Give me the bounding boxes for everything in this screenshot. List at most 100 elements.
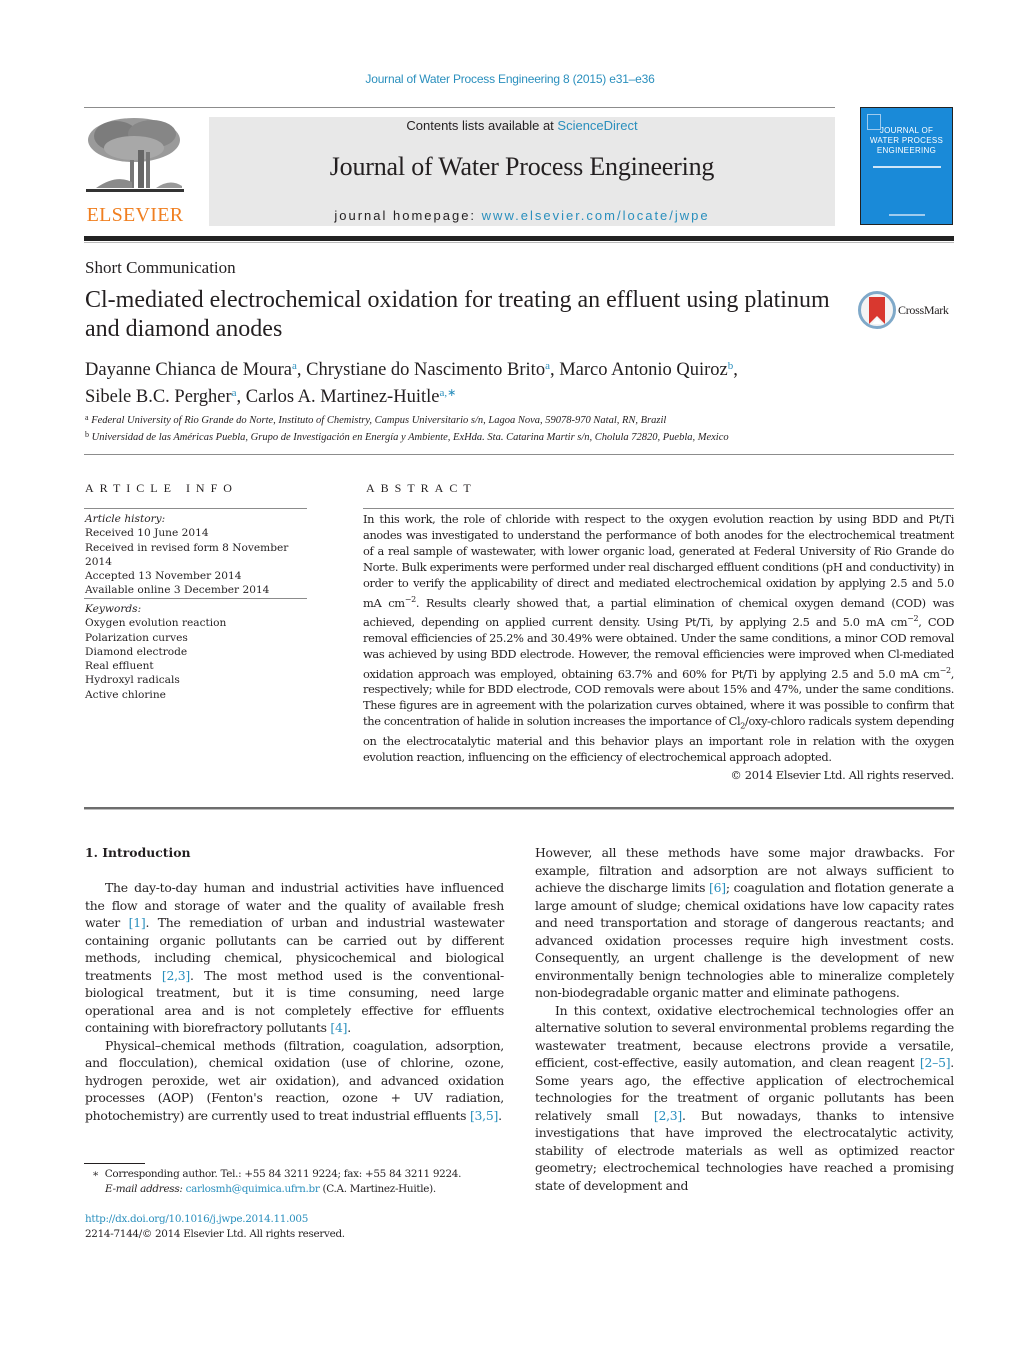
- abstract-copyright: © 2014 Elsevier Ltd. All rights reserved…: [730, 768, 954, 782]
- journal-name: Journal of Water Process Engineering: [329, 152, 715, 181]
- history-label: Article history:: [85, 513, 166, 525]
- paragraph: In this context, oxidative electrochemic…: [535, 1002, 954, 1195]
- right-column: However, all these methods have some maj…: [535, 844, 954, 1194]
- abstract-heading: ABSTRACT: [366, 481, 477, 495]
- cover-title: JOURNAL OF WATER PROCESS ENGINEERING: [861, 126, 952, 156]
- footnote-line: E-mail address: carlosmh@quimica.ufrn.br…: [92, 1182, 512, 1197]
- journal-homepage-line: journal homepage: www.elsevier.com/locat…: [209, 208, 835, 223]
- homepage-prefix: journal homepage:: [334, 208, 482, 223]
- divider: [363, 508, 954, 509]
- left-column: The day-to-day human and industrial acti…: [85, 879, 504, 1124]
- author[interactable]: Carlos A. Martinez-Huitlea,∗: [246, 387, 457, 407]
- keyword: Real effluent: [85, 660, 154, 673]
- citation-link[interactable]: [3,5]: [470, 1108, 498, 1123]
- issn-copyright: 2214-7144/© 2014 Elsevier Ltd. All right…: [85, 1227, 345, 1240]
- history-item: Available online 3 December 2014: [85, 584, 270, 597]
- paragraph: Physical–chemical methods (filtration, c…: [85, 1037, 504, 1125]
- homepage-link[interactable]: www.elsevier.com/locate/jwpe: [482, 208, 710, 223]
- author-list: Dayanne Chianca de Mouraa, Chrystiane do…: [85, 355, 885, 409]
- affiliation-key: a: [85, 413, 89, 422]
- affiliation-key: b: [85, 430, 89, 439]
- paragraph: However, all these methods have some maj…: [535, 844, 954, 1002]
- cover-editors-line: [873, 166, 941, 168]
- author[interactable]: Marco Antonio Quirozb: [559, 360, 733, 380]
- author-separator: ,: [296, 360, 307, 380]
- crossmark-label: CrossMark: [898, 303, 949, 317]
- author-separator: ,: [549, 360, 560, 380]
- affiliation-marker[interactable]: a,∗: [439, 387, 456, 399]
- doi-link[interactable]: http://dx.doi.org/10.1016/j.jwpe.2014.11…: [85, 1212, 345, 1227]
- corresponding-author-footnote: ∗ Corresponding author. Tel.: +55 84 321…: [92, 1167, 512, 1196]
- elsevier-wordmark: ELSEVIER: [86, 204, 184, 226]
- cover-title-line: WATER PROCESS: [869, 136, 944, 145]
- affiliation: a Federal University of Rio Grande do No…: [85, 411, 955, 428]
- header-thin-rule: [84, 242, 954, 243]
- contents-prefix: Contents lists available at: [406, 118, 558, 133]
- elsevier-logo[interactable]: ELSEVIER: [84, 116, 186, 228]
- journal-reference-link[interactable]: Journal of Water Process Engineering 8 (…: [0, 72, 1020, 86]
- crossmark-button[interactable]: CrossMark: [858, 291, 958, 329]
- paragraph: The day-to-day human and industrial acti…: [85, 879, 504, 1037]
- divider: [84, 454, 954, 455]
- footnote-marker: ∗: [92, 1168, 99, 1180]
- citation-link[interactable]: [2,3]: [654, 1108, 682, 1123]
- text: In this context, oxidative electrochemic…: [535, 1002, 954, 1071]
- footnote-rule: [84, 1163, 145, 1164]
- citation-link[interactable]: [2–5]: [920, 1055, 951, 1070]
- history-item: Accepted 13 November 2014: [85, 570, 242, 583]
- keywords-label: Keywords:: [85, 603, 142, 615]
- email-label: E-mail address:: [105, 1182, 186, 1195]
- abstract-segment: . Results clearly showed that, a partial…: [363, 595, 954, 630]
- author-name: Marco Antonio Quiroz: [559, 360, 728, 380]
- superscript: −2: [907, 614, 919, 624]
- elsevier-tree-icon: [86, 116, 184, 194]
- history-item: Received 10 June 2014: [85, 527, 209, 540]
- header-top-rule: [84, 107, 835, 108]
- keyword: Polarization curves: [85, 631, 188, 644]
- divider: [84, 508, 307, 509]
- keyword: Oxygen evolution reaction: [85, 617, 227, 630]
- citation-link[interactable]: [1]: [129, 915, 146, 930]
- header-thick-rule: [84, 236, 954, 241]
- text: .: [498, 1107, 502, 1123]
- article-info-heading: ARTICLE INFO: [85, 481, 238, 495]
- affiliation-text: Federal University of Rio Grande do Nort…: [91, 415, 667, 426]
- divider: [84, 598, 307, 599]
- section-heading: 1. Introduction: [85, 845, 191, 860]
- footnote-line: ∗ Corresponding author. Tel.: +55 84 321…: [92, 1167, 512, 1182]
- superscript: −2: [939, 665, 951, 675]
- author-name: Sibele B.C. Pergher: [85, 387, 232, 407]
- author-name: Dayanne Chianca de Moura: [85, 360, 293, 380]
- affiliations: a Federal University of Rio Grande do No…: [85, 411, 955, 445]
- citation-link[interactable]: [4]: [330, 1020, 347, 1035]
- crossmark-icon: [858, 291, 896, 329]
- corresponding-text: Corresponding author. Tel.: +55 84 3211 …: [104, 1168, 462, 1180]
- email-link[interactable]: carlosmh@quimica.ufrn.br: [186, 1183, 320, 1195]
- keyword: Hydroxyl radicals: [85, 674, 180, 687]
- citation-link[interactable]: [6]: [709, 880, 726, 895]
- affiliation: b Universidad de las Américas Puebla, Gr…: [85, 428, 955, 445]
- superscript: −2: [404, 594, 416, 604]
- affiliation-text: Universidad de las Américas Puebla, Grup…: [91, 432, 729, 443]
- text: .: [347, 1020, 351, 1035]
- keyword: Active chlorine: [85, 688, 166, 701]
- author[interactable]: Chrystiane do Nascimento Britoa: [306, 360, 550, 380]
- sciencedirect-link[interactable]: ScienceDirect: [557, 118, 637, 133]
- article-history: Article history: Received 10 June 2014 R…: [85, 512, 310, 598]
- cover-footer-line: [889, 214, 925, 216]
- article-type: Short Communication: [85, 258, 236, 277]
- author[interactable]: Sibele B.C. Perghera: [85, 387, 237, 407]
- email-suffix: (C.A. Martinez-Huitle).: [319, 1182, 436, 1195]
- doi-block: http://dx.doi.org/10.1016/j.jwpe.2014.11…: [85, 1212, 345, 1241]
- author-name: Chrystiane do Nascimento Brito: [306, 360, 546, 380]
- text: ; coagulation and flotation generate a l…: [535, 880, 954, 1000]
- cover-title-line: ENGINEERING: [876, 146, 937, 155]
- cover-title-line: JOURNAL OF: [879, 126, 934, 135]
- citation-link[interactable]: [2,3]: [162, 968, 190, 983]
- keyword: Diamond electrode: [85, 645, 188, 658]
- journal-cover-thumbnail[interactable]: JOURNAL OF WATER PROCESS ENGINEERING: [860, 107, 953, 225]
- author-separator: ,: [236, 387, 246, 407]
- author-separator: ,: [733, 360, 738, 380]
- author[interactable]: Dayanne Chianca de Mouraa: [85, 360, 297, 380]
- abstract-text: In this work, the role of chloride with …: [363, 512, 954, 766]
